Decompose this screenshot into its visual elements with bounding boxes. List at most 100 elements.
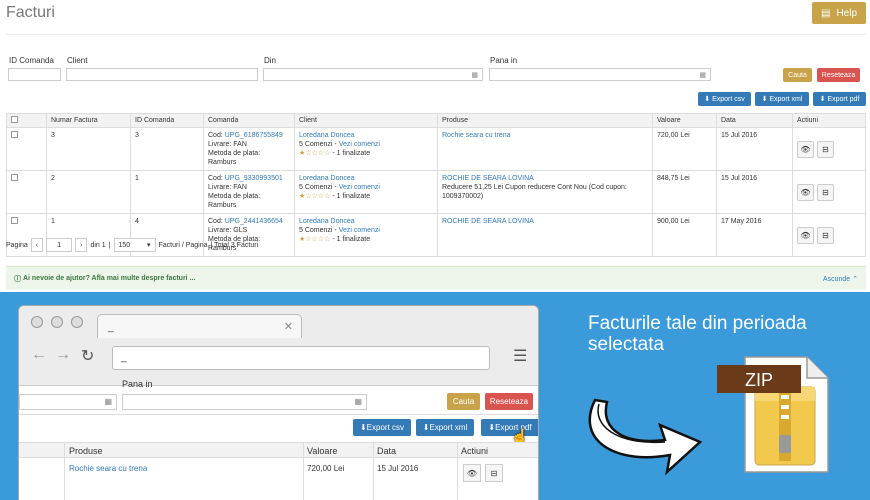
- col-numar-factura[interactable]: Numar Factura: [46, 113, 131, 128]
- export-xml-button[interactable]: ⬇ Export xml: [755, 92, 809, 106]
- view-eye-icon: 👁: [463, 464, 481, 482]
- order-code-link[interactable]: UPG_6186755849: [225, 132, 283, 139]
- browser-tab: _ ✕: [97, 314, 302, 338]
- reset-button[interactable]: Reseteaza: [817, 68, 860, 82]
- col-valoare[interactable]: Valoare: [652, 113, 717, 128]
- next-page-button[interactable]: ›: [75, 238, 88, 252]
- inner-col-actiuni: Actiuni: [461, 446, 489, 456]
- orders-count: 5 Comenzi -: [299, 227, 337, 234]
- client-link[interactable]: Loredana Doncea: [299, 218, 355, 225]
- calendar-icon[interactable]: ▦: [471, 71, 478, 79]
- id-comanda-input[interactable]: [8, 68, 61, 81]
- view-eye-icon[interactable]: 👁: [797, 140, 814, 158]
- inner-divider: [19, 414, 538, 415]
- view-orders-link[interactable]: Vezi comenzi: [339, 227, 380, 234]
- cod-label: Cod:: [208, 218, 223, 225]
- collapse-link[interactable]: Ascunde ⌃: [823, 275, 858, 283]
- per-page-select[interactable]: 150 ▾: [113, 238, 156, 252]
- export-xml-label: Export xml: [769, 95, 803, 103]
- orders-count: 5 Comenzi -: [299, 184, 337, 191]
- inner-reset-button: Reseteaza: [485, 393, 533, 410]
- search-button[interactable]: Cauta: [783, 68, 812, 82]
- product-link[interactable]: Rochie seara cu trena: [442, 132, 510, 139]
- din-date-input[interactable]: ▦: [263, 68, 483, 81]
- prev-page-button[interactable]: ‹: [30, 238, 44, 252]
- back-arrow-icon: ←: [31, 346, 47, 363]
- minus-icon[interactable]: ⊟: [817, 140, 834, 158]
- client-link[interactable]: Loredana Doncea: [299, 175, 355, 182]
- actiuni-cell: 👁 ⊟: [792, 127, 866, 171]
- pana-date-input[interactable]: ▦: [489, 68, 711, 81]
- download-icon: ⬇: [761, 96, 770, 103]
- row-select-cell[interactable]: [6, 170, 47, 214]
- id-comanda-cell: 1: [130, 170, 204, 214]
- page-input[interactable]: 1: [46, 238, 73, 252]
- order-code-link[interactable]: UPG_2441436654: [225, 218, 283, 225]
- table-header-row: Numar Factura ID Comanda Comanda Client …: [6, 113, 866, 128]
- inner-col-valoare: Valoare: [307, 446, 338, 456]
- per-page-text: Facturi / Pagina: [158, 241, 208, 249]
- product-link[interactable]: ROCHIE DE SEARA LOVINA: [442, 175, 534, 182]
- tab-close-icon: ✕: [283, 321, 293, 333]
- row-checkbox[interactable]: [11, 174, 18, 181]
- page-title: Facturi: [6, 4, 55, 21]
- actiuni-cell: 👁 ⊟: [792, 170, 866, 214]
- row-checkbox[interactable]: [11, 217, 18, 224]
- row-checkbox[interactable]: [11, 131, 18, 138]
- view-eye-icon[interactable]: 👁: [797, 183, 814, 201]
- view-orders-link[interactable]: Vezi comenzi: [339, 184, 380, 191]
- client-cell: Loredana Doncea 5 Comenzi - Vezi comenzi ★…: [294, 213, 438, 257]
- col-data[interactable]: Data: [716, 113, 793, 128]
- total-text: | Total 3 Facturi: [210, 241, 259, 249]
- col-id-comanda[interactable]: ID Comanda: [130, 113, 204, 128]
- promo-text: Facturile tale din perioada selectata: [588, 313, 807, 355]
- client-label: Client: [67, 56, 88, 65]
- curved-arrow-icon: [588, 398, 703, 476]
- data-cell: 17 May 2016: [716, 213, 793, 257]
- download-icon: ⬇: [359, 423, 367, 432]
- zip-label: ZIP: [744, 369, 773, 390]
- valoare-cell: 900,00 Lei: [652, 213, 717, 257]
- inner-col-divider: [373, 442, 374, 500]
- inner-export-xml-button: ⬇ Export xml: [416, 419, 474, 436]
- finalized-text: - 1 finalizate: [332, 236, 371, 243]
- table-row: 3 3 Cod: UPG_6186755849 Livrare: FAN Metod…: [6, 127, 866, 171]
- export-pdf-button[interactable]: ⬇ Export pdf: [813, 92, 866, 106]
- client-cell: Loredana Doncea 5 Comenzi - Vezi comenzi ★…: [294, 170, 438, 214]
- inner-col-divider: [64, 442, 65, 500]
- select-all-cell[interactable]: [6, 113, 47, 128]
- id-comanda-cell: 3: [130, 127, 204, 171]
- download-icon: ⬇: [819, 96, 828, 103]
- export-csv-button[interactable]: ⬇ Export csv: [698, 92, 751, 106]
- select-all-checkbox[interactable]: [11, 116, 18, 123]
- inner-pana-label: Pana in: [122, 379, 153, 389]
- view-orders-link[interactable]: Vezi comenzi: [339, 141, 380, 148]
- help-info-text[interactable]: Ai nevoie de ajutor? Afla mai multe desp…: [23, 275, 195, 282]
- calendar-icon[interactable]: ▦: [699, 71, 706, 79]
- row-select-cell[interactable]: [6, 127, 47, 171]
- per-page-value: 150: [118, 241, 131, 249]
- inner-product-link: Rochie seara cu trena: [69, 464, 148, 473]
- col-produse[interactable]: Produse: [437, 113, 653, 128]
- client-cell: Loredana Doncea 5 Comenzi - Vezi comenzi ★…: [294, 127, 438, 171]
- order-code-link[interactable]: UPG_9330993501: [225, 175, 283, 182]
- forward-arrow-icon: →: [55, 346, 71, 363]
- rating-stars: ★☆☆☆☆: [299, 150, 331, 157]
- minus-icon[interactable]: ⊟: [817, 183, 834, 201]
- col-client[interactable]: Client: [294, 113, 438, 128]
- view-eye-icon[interactable]: 👁: [797, 226, 814, 244]
- comanda-cell: Cod: UPG_9330993501 Livrare: FAN Metoda de…: [203, 170, 295, 214]
- divider: [6, 34, 866, 35]
- inner-export-pdf-button: ⬇ Export pdf: [481, 419, 538, 436]
- minus-icon[interactable]: ⊟: [817, 226, 834, 244]
- rating-stars: ★☆☆☆☆: [299, 193, 331, 200]
- help-button[interactable]: ▤ Help: [812, 2, 866, 24]
- client-input[interactable]: [66, 68, 258, 81]
- col-comanda[interactable]: Comanda: [203, 113, 295, 128]
- produse-cell: Rochie seara cu trena: [437, 127, 653, 171]
- product-link[interactable]: ROCHIE DE SEARA LOVINA: [442, 218, 534, 225]
- actiuni-cell: 👁 ⊟: [792, 213, 866, 257]
- client-link[interactable]: Loredana Doncea: [299, 132, 355, 139]
- inner-col-produse: Produse: [69, 446, 103, 456]
- download-icon: ⬇: [704, 96, 713, 103]
